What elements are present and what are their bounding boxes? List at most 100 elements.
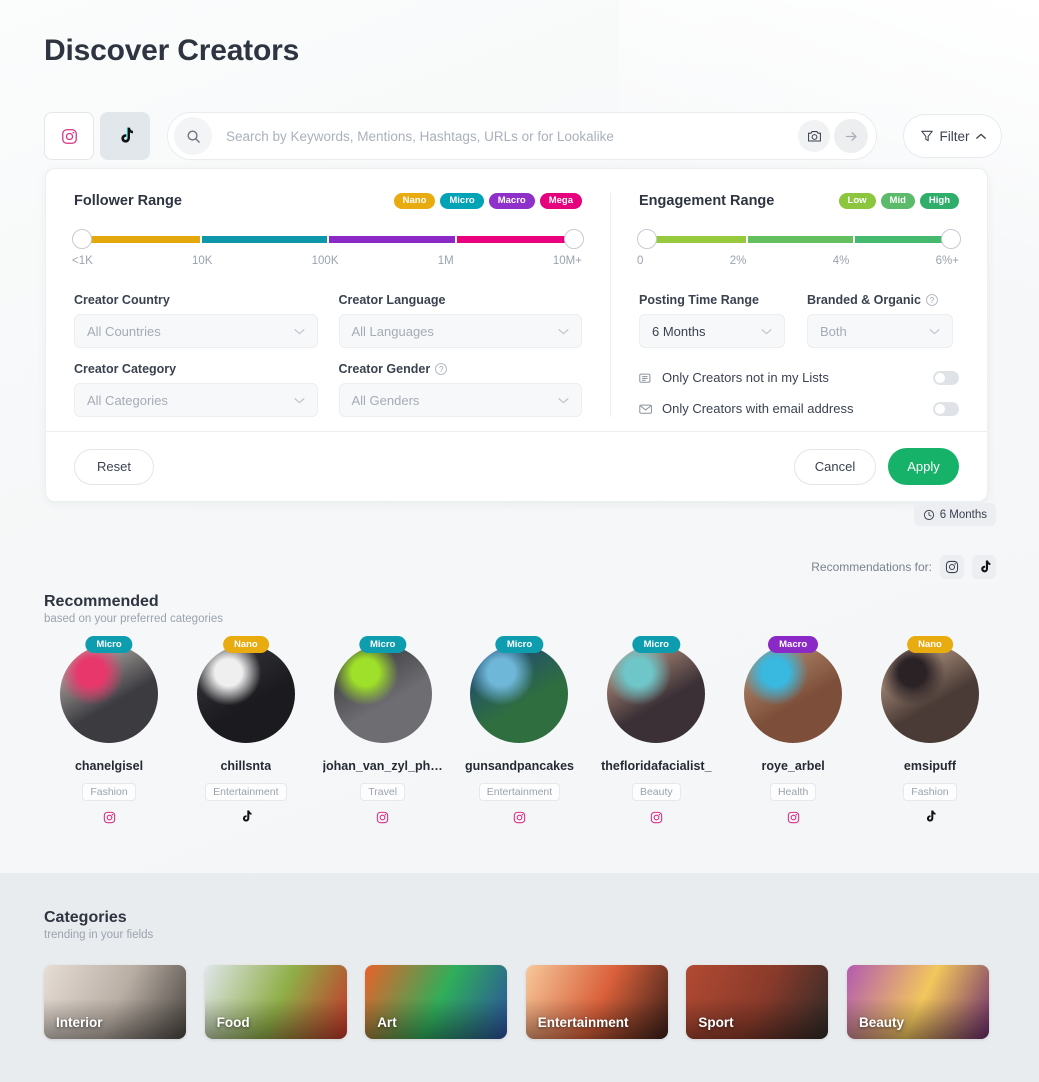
chip-micro[interactable]: Micro	[440, 193, 484, 210]
filter-panel-footer: Reset Cancel Apply	[46, 431, 987, 501]
recommendations-for: Recommendations for:	[811, 555, 996, 579]
filter-panel: Follower Range Nano Micro Macro Mega <1K…	[45, 168, 988, 503]
search-row: Filter	[44, 112, 1002, 160]
follower-tick-3: 1M	[437, 255, 454, 268]
reset-button[interactable]: Reset	[74, 448, 154, 485]
creator-avatar-wrap[interactable]: Micro	[60, 636, 158, 743]
follower-tick-0: <1K	[72, 255, 93, 268]
filter-button[interactable]: Filter	[903, 114, 1002, 158]
follower-tick-4: 10M+	[552, 255, 582, 268]
creator-language-select[interactable]: All Languages	[338, 314, 582, 349]
follower-range-slider[interactable]	[72, 229, 584, 251]
apply-button[interactable]: Apply	[888, 448, 959, 486]
creator-name: roye_arbel	[761, 759, 825, 773]
creator-category-tag: Entertainment	[205, 783, 287, 801]
help-icon[interactable]: ?	[925, 294, 938, 307]
creator-platform-icon	[513, 810, 526, 824]
field-creator-category: Creator Category All Categories	[74, 362, 318, 418]
creator-gender-label: Creator Gender ?	[339, 362, 583, 376]
follower-segment-mega	[454, 236, 582, 244]
toggle-with-email[interactable]	[933, 401, 959, 416]
engagement-slider-handle-min[interactable]	[637, 229, 657, 250]
creator-platform-icon	[787, 810, 800, 824]
filter-panel-left: Follower Range Nano Micro Macro Mega <1K…	[46, 193, 611, 418]
category-card[interactable]: Food	[204, 965, 347, 1039]
avatar	[196, 645, 295, 743]
chip-nano[interactable]: Nano	[393, 193, 436, 210]
creator-category-select[interactable]: All Categories	[74, 383, 318, 418]
creator-name: thefloridafacialist_	[601, 759, 712, 773]
toggle-not-in-lists[interactable]	[933, 370, 959, 385]
recommendations-for-tiktok[interactable]	[972, 555, 996, 579]
creator-avatar-wrap[interactable]: Nano	[196, 636, 295, 743]
category-label: Entertainment	[537, 1015, 629, 1030]
engagement-range-slider[interactable]	[637, 229, 961, 251]
engagement-tick-3: 6%+	[935, 255, 959, 268]
branded-organic-select[interactable]: Both	[807, 314, 953, 349]
search-submit-button[interactable]	[834, 119, 868, 153]
follower-range-track	[74, 236, 582, 244]
search-box[interactable]	[167, 112, 877, 160]
creator-card[interactable]: Micro johan_van_zyl_ph… Travel	[318, 636, 448, 824]
creator-avatar-wrap[interactable]: Micro	[607, 636, 706, 743]
follower-slider-handle-min[interactable]	[72, 229, 92, 250]
field-creator-language: Creator Language All Languages	[338, 293, 582, 349]
follower-range-ticks: <1K 10K 100K 1M 10M+	[72, 255, 582, 268]
field-creator-country: Creator Country All Countries	[74, 293, 318, 349]
creator-name: emsipuff	[903, 759, 957, 773]
platform-toggle-instagram[interactable]	[44, 112, 94, 160]
field-branded-organic: Branded & Organic ? Both	[807, 293, 953, 349]
follower-range-header: Follower Range Nano Micro Macro Mega	[74, 193, 582, 210]
creator-country-select[interactable]: All Countries	[74, 314, 318, 349]
follower-slider-handle-max[interactable]	[564, 229, 584, 250]
creator-avatar-wrap[interactable]: Micro	[333, 636, 432, 743]
creator-card[interactable]: Macro roye_arbel Health	[728, 636, 858, 824]
creator-avatar-wrap[interactable]: Nano	[880, 636, 979, 743]
chip-mega[interactable]: Mega	[539, 193, 582, 210]
category-label: Interior	[56, 1015, 103, 1030]
creator-category-tag: Fashion	[82, 783, 136, 801]
creator-card[interactable]: Nano emsipuff Fashion	[865, 636, 995, 824]
creator-avatar-wrap[interactable]: Macro	[744, 636, 843, 743]
field-creator-gender: Creator Gender ? All Genders	[338, 362, 583, 418]
recommendations-for-instagram[interactable]	[940, 555, 964, 579]
engagement-range-header: Engagement Range Low Mid High	[639, 193, 959, 210]
platform-toggle-tiktok[interactable]	[100, 112, 150, 160]
tiktok-icon	[117, 127, 134, 146]
creator-card[interactable]: Micro thefloridafacialist_ Beauty	[591, 636, 721, 824]
engagement-slider-handle-max[interactable]	[941, 229, 961, 250]
chip-macro[interactable]: Macro	[488, 193, 535, 210]
category-card[interactable]: Beauty	[846, 965, 989, 1039]
creator-avatar-wrap[interactable]: Micro	[470, 636, 569, 743]
creator-card[interactable]: Micro chanelgisel Fashion	[44, 636, 174, 824]
category-card[interactable]: Sport	[686, 965, 829, 1039]
creator-card[interactable]: Nano chillsnta Entertainment	[181, 636, 311, 824]
creator-country-label: Creator Country	[74, 293, 170, 308]
category-card[interactable]: Entertainment	[525, 965, 668, 1039]
creator-tier-badge: Micro	[632, 636, 680, 653]
creator-gender-select[interactable]: All Genders	[338, 383, 582, 418]
help-icon[interactable]: ?	[435, 363, 448, 376]
creator-tier-badge: Micro	[495, 636, 544, 653]
months-pill[interactable]: 6 Months	[913, 503, 996, 526]
category-label: Sport	[698, 1015, 734, 1030]
posting-time-range-select[interactable]: 6 Months	[639, 314, 785, 349]
creator-card[interactable]: Micro gunsandpancakes Entertainment	[454, 636, 584, 824]
chip-low[interactable]: Low	[838, 193, 876, 210]
chip-mid[interactable]: Mid	[880, 193, 915, 210]
cancel-button[interactable]: Cancel	[794, 448, 876, 485]
months-pill-label: 6 Months	[939, 508, 987, 521]
camera-search-button[interactable]	[798, 120, 830, 152]
chevron-down-icon	[558, 397, 569, 404]
chip-high[interactable]: High	[919, 193, 959, 210]
creator-category-tag: Health	[769, 783, 817, 801]
category-card[interactable]: Art	[365, 965, 508, 1039]
category-card[interactable]: Interior	[44, 965, 186, 1039]
search-input[interactable]	[212, 128, 798, 144]
categories-subtitle: trending in your fields	[44, 929, 154, 941]
avatar	[333, 645, 432, 743]
avatar	[744, 645, 843, 743]
engagement-tick-2: 4%	[832, 255, 850, 268]
avatar	[607, 645, 706, 743]
creator-category-value: All Categories	[87, 392, 168, 408]
